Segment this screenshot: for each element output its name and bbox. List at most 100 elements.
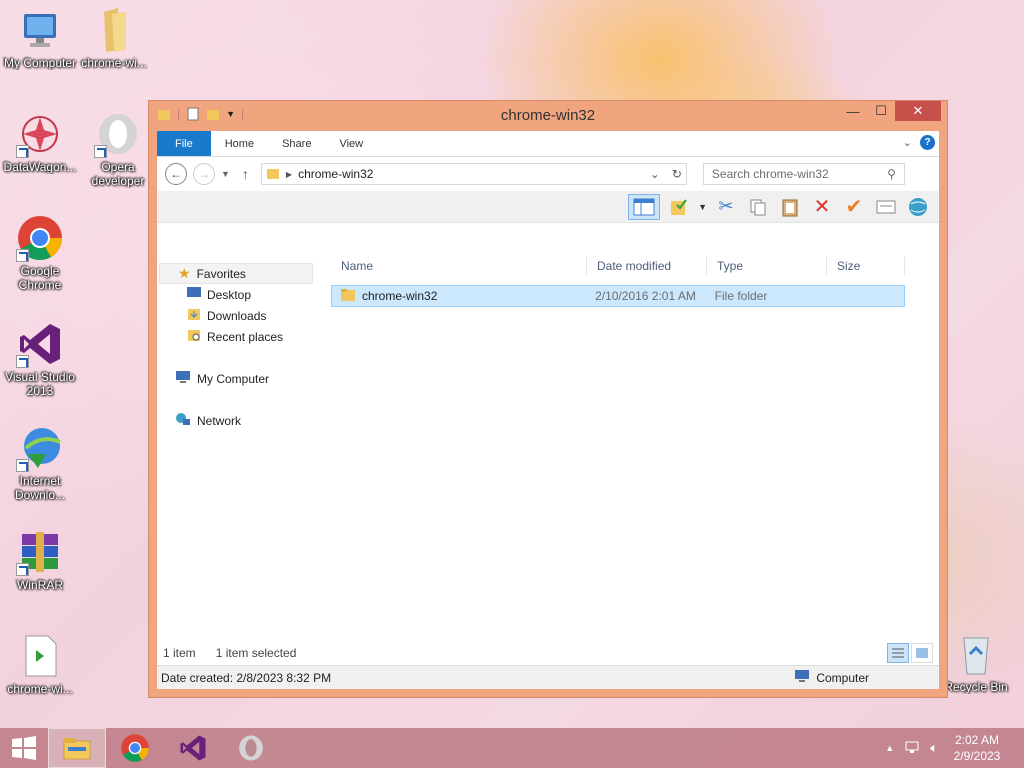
taskbar-file-explorer[interactable] — [48, 728, 106, 768]
nav-item-my-computer[interactable]: My Computer — [157, 368, 325, 389]
taskbar-google-chrome[interactable] — [106, 728, 164, 768]
computer-icon — [794, 669, 810, 686]
preview-pane-button[interactable] — [628, 193, 661, 220]
item-count: 1 item — [163, 646, 196, 660]
paste-icon[interactable] — [777, 194, 803, 220]
desktop-icon-label: WinRAR — [16, 578, 63, 592]
up-button[interactable]: ↑ — [242, 166, 249, 182]
globe-icon[interactable] — [905, 194, 931, 220]
address-bar[interactable]: ▶ chrome-win32 ⌄ ↻ — [260, 163, 687, 185]
organize-folder-icon[interactable] — [666, 194, 692, 220]
details-bar: Date created: 2/8/2023 8:32 PM Computer — [157, 665, 939, 689]
column-header-type[interactable]: Type — [707, 257, 827, 275]
expand-ribbon-chevron-icon[interactable]: ⌄ — [903, 136, 912, 149]
visual-studio-icon — [180, 735, 206, 761]
address-dropdown-icon[interactable]: ⌄ — [650, 167, 660, 181]
column-header-name[interactable]: Name — [331, 257, 587, 275]
column-header-size[interactable]: Size — [827, 257, 905, 275]
file-row[interactable]: chrome-win32 2/10/2016 2:01 AM File fold… — [331, 285, 905, 307]
desktop-icon-internet-download-manager[interactable]: Internet Downlo... — [0, 424, 80, 502]
minimize-button[interactable]: — — [839, 101, 867, 121]
maximize-button[interactable]: ☐ — [867, 101, 895, 121]
nav-item-label: Desktop — [207, 287, 252, 302]
tab-share[interactable]: Share — [268, 131, 325, 156]
navigation-bar: ← → ▼ ↑ ▶ chrome-win32 ⌄ ↻ Search chrome… — [157, 157, 939, 191]
details-view-button[interactable] — [887, 643, 909, 663]
title-bar[interactable]: | ▼ | chrome-win32 — ☐ ✕ — [149, 101, 947, 131]
forward-button[interactable]: → — [193, 163, 215, 185]
desktop-icon-google-chrome[interactable]: Google Chrome — [0, 214, 80, 292]
clock[interactable]: 2:02 AM 2/9/2023 — [948, 732, 1006, 764]
delete-icon[interactable]: ✕ — [809, 194, 835, 220]
refresh-icon[interactable]: ↻ — [672, 167, 682, 181]
windows-logo-icon — [12, 736, 36, 760]
rename-checkmark-icon[interactable]: ✔ — [841, 194, 867, 220]
tab-view[interactable]: View — [325, 131, 377, 156]
recent-locations-chevron-icon[interactable]: ▼ — [221, 169, 230, 179]
nav-item-desktop[interactable]: Desktop — [157, 284, 325, 305]
file-list: Name Date modified Type Size chrome-win3… — [325, 253, 939, 641]
desktop-icon-visual-studio[interactable]: Visual Studio 2013 — [0, 320, 80, 398]
properties-icon[interactable] — [873, 194, 899, 220]
file-name-cell: chrome-win32 — [332, 288, 587, 305]
file-explorer-icon — [63, 738, 91, 760]
nav-item-network[interactable]: Network — [157, 410, 325, 431]
shortcut-arrow-icon — [94, 145, 107, 158]
desktop-icon-datawagon[interactable]: DataWagon... — [0, 110, 80, 174]
desktop-icon-winrar[interactable]: WinRAR — [0, 528, 80, 592]
nav-item-label: Downloads — [207, 308, 267, 323]
chevron-down-icon[interactable]: ▼ — [698, 202, 707, 212]
navigation-pane: ★ Favorites Desktop Downloads Recent pla… — [157, 253, 325, 641]
chrome-icon — [16, 214, 64, 262]
nav-item-label: Recent places — [207, 329, 284, 344]
clock-date: 2/9/2023 — [953, 749, 1001, 763]
selected-count: 1 item selected — [215, 646, 297, 660]
shortcut-arrow-icon — [16, 355, 29, 368]
breadcrumb-chevron-icon[interactable]: ▶ — [286, 170, 292, 179]
taskbar-visual-studio[interactable] — [164, 728, 222, 768]
desktop-icon-label: DataWagon... — [3, 160, 77, 174]
start-button[interactable] — [0, 728, 48, 768]
datawagon-icon — [16, 110, 64, 158]
address-path[interactable]: chrome-win32 — [298, 167, 644, 181]
desktop-icon-opera-developer[interactable]: Opera developer — [78, 110, 158, 188]
network-status-icon[interactable] — [904, 740, 920, 757]
volume-icon[interactable]: 🔈︎ — [930, 740, 938, 756]
nav-item-label: Favorites — [196, 266, 246, 281]
cut-icon[interactable]: ✂ — [713, 194, 739, 220]
desktop-icon-chrome-win32-folder[interactable]: chrome-wi... — [74, 6, 154, 70]
help-icon[interactable]: ? — [920, 135, 935, 150]
search-input[interactable]: Search chrome-win32 ⚲ — [702, 163, 905, 185]
file-type: File folder — [714, 289, 768, 303]
desktop-icon-recycle-bin[interactable]: Recycle Bin — [936, 630, 1016, 694]
tab-file[interactable]: File — [157, 131, 211, 156]
file-date: 2/10/2016 2:01 AM — [595, 289, 696, 303]
status-bar: 1 item 1 item selected — [157, 641, 939, 665]
close-button[interactable]: ✕ — [895, 101, 941, 121]
taskbar-opera[interactable] — [222, 728, 280, 768]
network-icon — [175, 412, 191, 429]
folder-icon — [266, 166, 280, 183]
nav-item-recent-places[interactable]: Recent places — [157, 326, 325, 347]
nav-item-downloads[interactable]: Downloads — [157, 305, 325, 326]
desktop-icon-label: chrome-wi... — [81, 56, 147, 70]
computer-icon — [16, 6, 64, 54]
downloads-folder-icon — [187, 307, 201, 324]
back-button[interactable]: ← — [165, 163, 187, 185]
column-headers: Name Date modified Type Size — [331, 253, 939, 279]
date-created: Date created: 2/8/2023 8:32 PM — [161, 670, 332, 685]
desktop-icon-my-computer[interactable]: My Computer — [0, 6, 80, 70]
nav-item-favorites[interactable]: ★ Favorites — [159, 263, 313, 284]
explorer-window[interactable]: | ▼ | chrome-win32 — ☐ ✕ File Home Share… — [148, 100, 948, 698]
copy-icon[interactable] — [745, 194, 771, 220]
shortcut-arrow-icon — [16, 249, 29, 262]
desktop-icon-chrome-win32-file[interactable]: chrome-wi... — [0, 632, 80, 696]
tab-home[interactable]: Home — [211, 131, 268, 156]
large-icons-view-button[interactable] — [911, 643, 933, 663]
desktop-icon-label: Opera developer — [91, 160, 145, 188]
column-header-date-modified[interactable]: Date modified — [587, 257, 707, 275]
file-icon — [16, 632, 64, 680]
window-title: chrome-win32 — [500, 107, 596, 124]
show-hidden-icons-chevron-icon[interactable]: ▲ — [885, 743, 894, 753]
opera-icon — [239, 735, 263, 761]
